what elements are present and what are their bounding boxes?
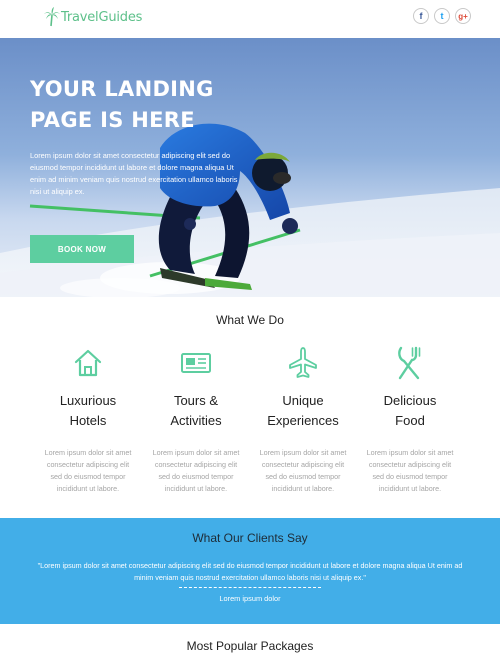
feature-name-line-2: Food (395, 413, 425, 428)
logo-text: TravelGuides (61, 9, 143, 25)
google-plus-icon[interactable]: g+ (455, 8, 471, 24)
feature-unique-experiences: Unique Experiences Lorem ipsum dolor sit… (253, 346, 353, 495)
feature-name: Tours & Activities (146, 391, 246, 431)
feature-name: Unique Experiences (253, 391, 353, 431)
feature-name-line-1: Luxurious (59, 393, 117, 408)
facebook-icon[interactable]: f (413, 8, 429, 24)
hero-description: Lorem ipsum dolor sit amet consectetur a… (30, 151, 238, 196)
testimonial-author: Lorem ipsum dolor (219, 594, 281, 603)
feature-description: Lorem ipsum dolor sit amet consectetur a… (152, 448, 240, 493)
hero-banner: YOUR LANDING PAGE IS HERE Lorem ipsum do… (0, 38, 500, 297)
twitter-icon[interactable]: t (434, 8, 450, 24)
feature-name-line-1: Tours & (173, 393, 219, 408)
header: TravelGuides f t g+ (0, 0, 500, 38)
what-we-do-title: What We Do (216, 313, 284, 327)
feature-description: Lorem ipsum dolor sit amet consectetur a… (44, 448, 132, 493)
feature-name-line-2: Activities (170, 413, 222, 428)
feature-name-line-1: Unique (282, 393, 324, 408)
feature-delicious-food: Delicious Food Lorem ipsum dolor sit ame… (360, 346, 460, 495)
fork-knife-icon (398, 346, 421, 380)
feature-description: Lorem ipsum dolor sit amet consectetur a… (366, 448, 454, 493)
feature-name: Delicious Food (360, 391, 460, 431)
palm-tree-icon (44, 7, 60, 27)
feature-luxurious-hotels: Luxurious Hotels Lorem ipsum dolor sit a… (38, 346, 138, 495)
feature-name: Luxurious Hotels (38, 391, 138, 431)
testimonial-section: What Our Clients Say "Lorem ipsum dolor … (0, 518, 500, 624)
hero-title-line-2: PAGE IS HERE (30, 108, 195, 132)
home-icon (74, 349, 102, 377)
feature-name-line-1: Delicious (383, 393, 437, 408)
popular-packages-title: Most Popular Packages (186, 639, 314, 653)
hero-title-line-1: YOUR LANDING (30, 77, 214, 101)
testimonial-divider (179, 587, 321, 588)
feature-tours-activities: Tours & Activities Lorem ipsum dolor sit… (146, 346, 246, 495)
logo[interactable]: TravelGuides (44, 7, 142, 27)
feature-name-line-2: Experiences (267, 413, 339, 428)
ticket-icon (181, 353, 211, 373)
social-links: f t g+ (413, 8, 471, 24)
airplane-icon (289, 347, 317, 378)
hero-title: YOUR LANDING PAGE IS HERE (30, 74, 270, 136)
book-now-button[interactable]: BOOK NOW (30, 235, 134, 263)
testimonial-title: What Our Clients Say (192, 531, 308, 545)
feature-name-line-2: Hotels (69, 413, 107, 428)
feature-description: Lorem ipsum dolor sit amet consectetur a… (259, 448, 347, 493)
testimonial-quote: "Lorem ipsum dolor sit amet consectetur … (37, 561, 463, 582)
